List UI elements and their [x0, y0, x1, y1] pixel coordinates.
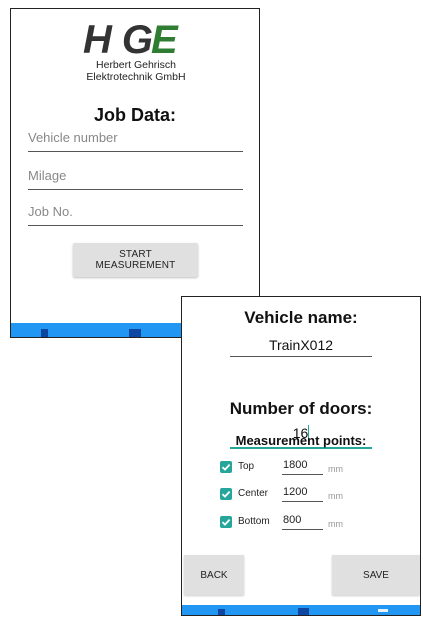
vehicle-number-field	[28, 129, 243, 152]
svg-text:HG: HG	[83, 19, 153, 59]
center-value-input[interactable]: 1200	[282, 486, 323, 502]
back-button[interactable]: BACK	[184, 555, 244, 595]
nav-back-icon[interactable]	[41, 329, 48, 337]
svg-text:E: E	[151, 19, 179, 59]
top-label: Top	[238, 461, 255, 472]
nav-home-icon[interactable]	[298, 608, 309, 615]
check-icon	[221, 463, 231, 471]
bottom-value-input[interactable]: 800	[282, 514, 323, 530]
check-icon	[221, 518, 231, 526]
top-value-input[interactable]: 1800	[282, 459, 323, 475]
vehicle-name-input[interactable]: TrainX012	[230, 337, 372, 357]
vehicle-config-screen: Vehicle name: TrainX012 Number of doors:…	[181, 296, 421, 616]
measurement-points-label: Measurement points:	[235, 433, 367, 448]
company-name-line1: Herbert Gehrisch	[96, 59, 176, 71]
center-label: Center	[238, 488, 269, 499]
milage-input[interactable]	[28, 168, 243, 186]
company-name-line2: Elektrotechnik GmbH	[86, 71, 186, 83]
milage-field	[28, 167, 243, 190]
nav-back-icon[interactable]	[218, 609, 225, 615]
check-icon	[221, 490, 231, 498]
bottom-label: Bottom	[238, 516, 270, 527]
job-no-field	[28, 203, 243, 226]
bottom-unit: mm	[328, 519, 343, 529]
job-no-input[interactable]	[28, 204, 243, 222]
vehicle-name-label: Vehicle name:	[244, 308, 358, 327]
save-button[interactable]: SAVE	[332, 555, 420, 595]
hge-logo-mark: HG E	[83, 19, 179, 59]
hge-logo: HG E Herbert Gehrisch Elektrotechnik Gmb…	[71, 19, 201, 94]
nav-recents-icon[interactable]	[378, 609, 388, 612]
vehicle-number-input[interactable]	[28, 130, 243, 148]
nav-home-icon[interactable]	[129, 329, 141, 337]
center-checkbox[interactable]	[220, 488, 232, 500]
measurement-point-row: Top 1800 mm	[220, 459, 410, 479]
start-measurement-button[interactable]: START MEASUREMENT	[73, 243, 198, 277]
center-unit: mm	[328, 491, 343, 501]
navigation-bar	[182, 605, 420, 615]
measurement-point-row: Center 1200 mm	[220, 486, 410, 506]
top-unit: mm	[328, 464, 343, 474]
job-data-title: Job Data:	[93, 105, 176, 125]
job-data-screen: HG E Herbert Gehrisch Elektrotechnik Gmb…	[10, 8, 260, 338]
bottom-checkbox[interactable]	[220, 516, 232, 528]
measurement-point-row: Bottom 800 mm	[220, 514, 410, 534]
doors-label: Number of doors:	[229, 399, 373, 418]
top-checkbox[interactable]	[220, 461, 232, 473]
